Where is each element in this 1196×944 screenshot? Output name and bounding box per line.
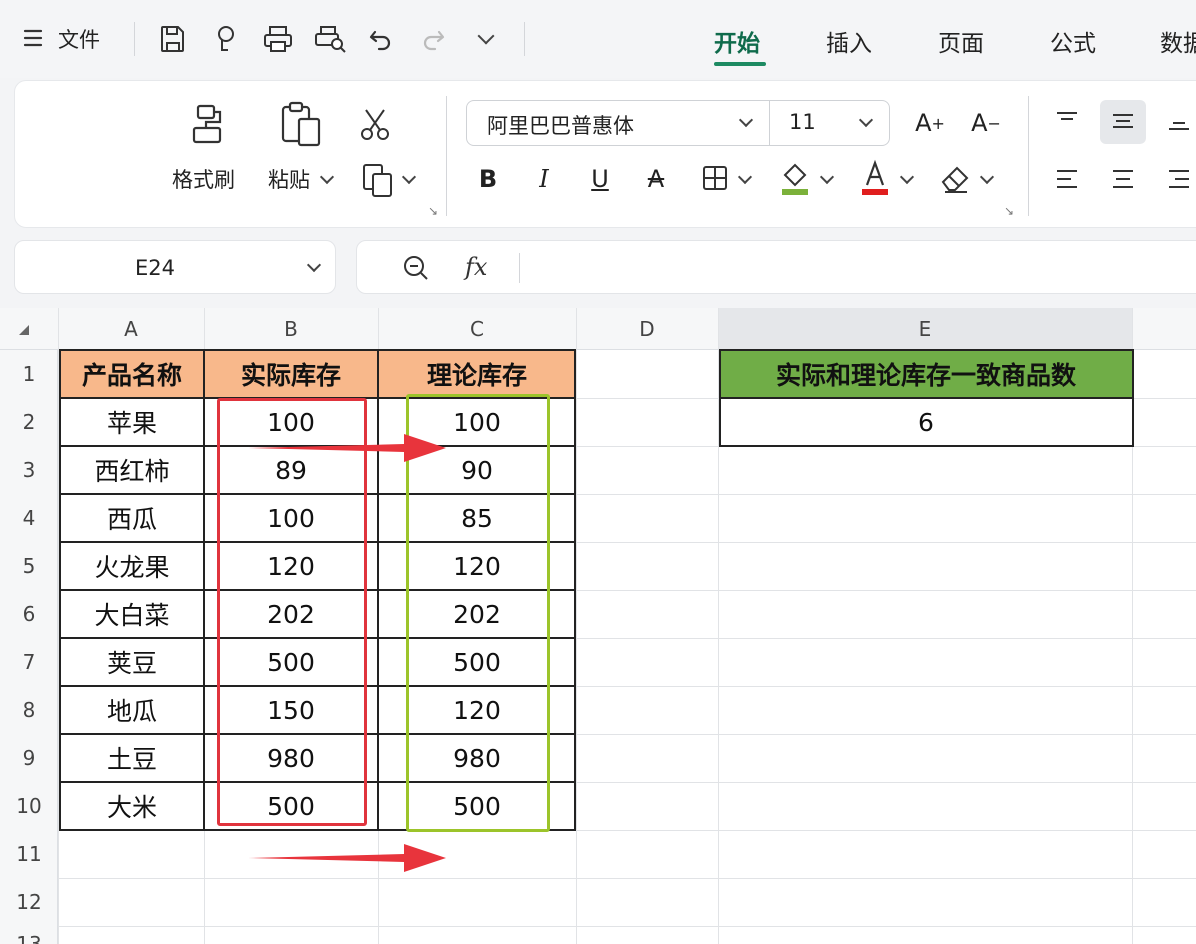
row-header[interactable]: 2 xyxy=(0,398,58,446)
paste-label[interactable]: 粘贴 xyxy=(268,164,310,194)
more-chevron-icon[interactable] xyxy=(472,22,500,56)
font-name-select[interactable]: 阿里巴巴普惠体 11 xyxy=(466,100,890,146)
font-size-chevron-icon[interactable] xyxy=(858,112,874,128)
row-header[interactable]: 1 xyxy=(0,350,58,398)
active-tab-indicator xyxy=(714,62,766,66)
fill-down-arrow-icon xyxy=(248,844,446,872)
fx-icon[interactable]: fx xyxy=(465,253,487,281)
decrease-font-icon[interactable]: A − xyxy=(968,104,1004,142)
row-header[interactable]: 6 xyxy=(0,590,58,638)
borders-icon[interactable] xyxy=(698,160,732,196)
row-header[interactable]: 8 xyxy=(0,686,58,734)
zoom-formula-icon[interactable] xyxy=(401,253,431,283)
tab-home[interactable]: 开始 xyxy=(714,24,760,58)
font-size-value[interactable]: 11 xyxy=(789,110,816,134)
row-header[interactable]: 3 xyxy=(0,446,58,494)
title-toolbar: 文件 开始 插入 页面 公式 数据 xyxy=(0,0,1196,78)
align-middle-icon[interactable] xyxy=(1108,106,1138,136)
row-header[interactable]: 5 xyxy=(0,542,58,590)
increase-font-icon[interactable]: A + xyxy=(912,104,948,142)
font-color-icon[interactable] xyxy=(858,158,892,198)
col-header-d[interactable]: D xyxy=(576,308,718,350)
format-painter-icon[interactable] xyxy=(186,100,230,148)
row-header[interactable]: 12 xyxy=(0,878,58,926)
file-menu[interactable]: 文件 xyxy=(58,24,100,54)
underline-button[interactable]: U xyxy=(584,160,616,198)
strikethrough-button[interactable]: A xyxy=(640,160,672,198)
font-name-value: 阿里巴巴普惠体 xyxy=(487,114,634,138)
row-header[interactable]: 4 xyxy=(0,494,58,542)
clear-format-icon[interactable] xyxy=(938,160,974,198)
tab-page[interactable]: 页面 xyxy=(938,24,984,58)
paste-icon[interactable] xyxy=(278,100,324,150)
tab-data[interactable]: 数据 xyxy=(1160,24,1196,58)
print-icon[interactable] xyxy=(260,22,296,56)
copy-icon[interactable] xyxy=(358,160,398,200)
align-left-icon[interactable] xyxy=(1052,164,1082,194)
bold-button[interactable]: B xyxy=(472,160,504,198)
print-preview-icon[interactable] xyxy=(312,22,348,56)
tab-formula[interactable]: 公式 xyxy=(1050,24,1096,58)
cut-icon[interactable] xyxy=(356,104,394,144)
row-header[interactable]: 13 xyxy=(0,926,58,944)
format-painter-label[interactable]: 格式刷 xyxy=(172,164,235,194)
align-center-icon[interactable] xyxy=(1108,164,1138,194)
select-all-icon[interactable] xyxy=(14,320,34,340)
align-top-icon[interactable] xyxy=(1052,106,1082,136)
font-dialog-launcher-icon[interactable]: ↘ xyxy=(1004,204,1014,218)
format-painter-quick-icon[interactable] xyxy=(208,22,242,56)
col-header-a[interactable]: A xyxy=(58,308,204,350)
cell-reference: E24 xyxy=(135,256,175,280)
row-header[interactable]: 7 xyxy=(0,638,58,686)
name-box[interactable]: E24 xyxy=(14,240,336,294)
name-box-chevron-icon[interactable] xyxy=(306,257,322,273)
col-header-e[interactable]: E xyxy=(718,308,1132,350)
col-header-b[interactable]: B xyxy=(204,308,378,350)
formula-bar[interactable]: fx xyxy=(356,240,1196,294)
row-header[interactable]: 9 xyxy=(0,734,58,782)
col-header-c[interactable]: C xyxy=(378,308,576,350)
italic-button[interactable]: I xyxy=(528,160,560,198)
clipboard-dialog-launcher-icon[interactable]: ↘ xyxy=(428,204,438,218)
undo-icon[interactable] xyxy=(366,22,396,56)
spreadsheet-app: 文件 开始 插入 页面 公式 数据 格式刷 粘贴 ↘ 阿里巴巴普惠体 11 A … xyxy=(0,0,1196,944)
redo-icon[interactable] xyxy=(418,22,448,56)
align-bottom-icon[interactable] xyxy=(1164,106,1194,136)
comparison-arrow-icon xyxy=(248,434,446,462)
row-header[interactable]: 11 xyxy=(0,830,58,878)
row-header[interactable]: 10 xyxy=(0,782,58,830)
tab-insert[interactable]: 插入 xyxy=(826,24,872,58)
font-name-chevron-icon xyxy=(738,112,754,128)
align-right-icon[interactable] xyxy=(1164,164,1194,194)
menu-icon[interactable] xyxy=(22,26,44,50)
fill-color-icon[interactable] xyxy=(778,158,812,198)
save-icon[interactable] xyxy=(156,22,190,56)
